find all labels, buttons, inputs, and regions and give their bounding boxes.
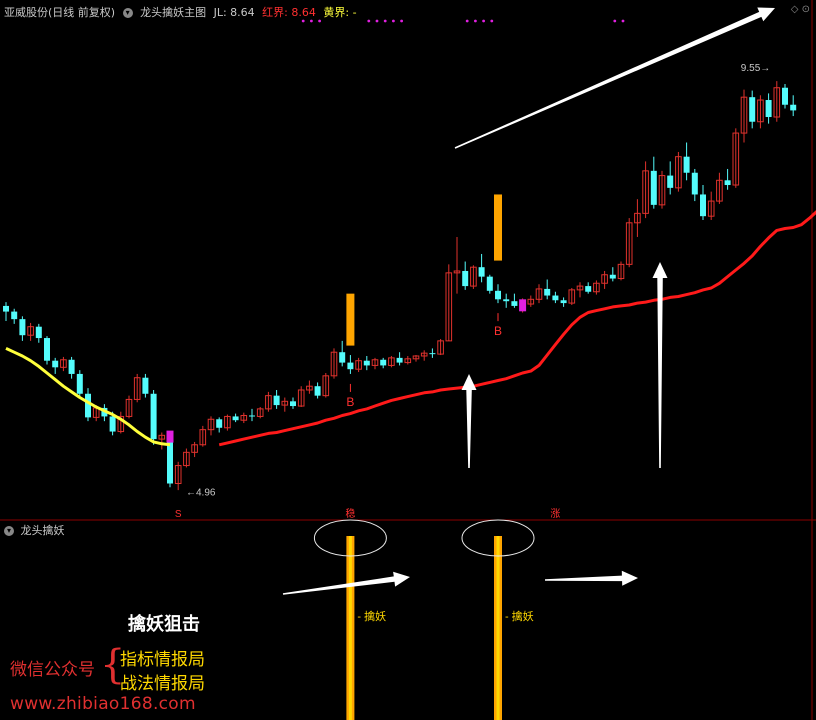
top-dot xyxy=(392,19,395,23)
candle-body xyxy=(790,104,797,111)
candle-body xyxy=(35,326,42,339)
candle-body xyxy=(109,416,116,432)
candle-body xyxy=(782,87,788,105)
promo-wechat: 微信公众号 xyxy=(10,660,95,680)
settings-icon[interactable]: ⊙ xyxy=(802,4,810,15)
candle-body xyxy=(667,175,674,188)
candle-body xyxy=(691,172,698,195)
candle-body xyxy=(347,362,354,370)
sub-signal-core xyxy=(348,536,352,720)
candle-body xyxy=(683,156,690,173)
price-chart[interactable]: B B ←4.96 9.55→ S 稳 涨 - 擒妖 - 擒妖 xyxy=(0,0,816,720)
top-dot xyxy=(613,19,617,23)
marker-label: 涨 xyxy=(550,508,560,520)
candle-body xyxy=(396,357,403,363)
promo-line-2: 战法情报局 xyxy=(120,674,205,694)
candle-body xyxy=(552,295,559,301)
candle-body xyxy=(273,395,280,406)
marker-label: 稳 xyxy=(345,507,355,520)
right-arrow-icon xyxy=(545,570,638,586)
top-dot xyxy=(318,19,321,23)
marker-label: S xyxy=(175,509,182,520)
signal-bar xyxy=(494,194,502,261)
candle-body xyxy=(724,180,731,186)
low-price-label: ←4.96 xyxy=(186,487,216,498)
candle-body xyxy=(380,359,387,366)
stock-title[interactable]: 亚威股份(日线 前复权) xyxy=(4,6,115,19)
candle-body xyxy=(150,393,157,440)
top-dot xyxy=(301,19,305,23)
candle-body xyxy=(495,290,501,300)
candle-body xyxy=(609,274,616,279)
candle-body xyxy=(749,97,756,122)
sub-indicator-name[interactable]: 龙头擒妖 xyxy=(21,524,65,537)
candle-body xyxy=(462,270,469,287)
candle-body xyxy=(68,359,75,374)
candle-body xyxy=(650,170,657,205)
candle-body xyxy=(142,377,149,394)
candle-body xyxy=(76,373,83,394)
sub-indicator-menu-icon[interactable]: ▾ xyxy=(4,526,14,536)
candle-body xyxy=(249,415,255,417)
candle-body xyxy=(52,360,59,368)
top-dot xyxy=(375,19,379,23)
sub-chart-header: ▾ 龙头擒妖 xyxy=(4,522,65,538)
top-dot xyxy=(621,19,625,23)
buy-signal-label: B xyxy=(494,324,502,338)
candle-body xyxy=(585,286,592,292)
top-dot xyxy=(474,19,477,23)
up-arrow-icon xyxy=(461,374,477,468)
candle-body xyxy=(486,276,493,291)
window-controls[interactable]: ◇ ⊙ xyxy=(791,4,810,15)
candle-body xyxy=(478,267,485,277)
candle-body xyxy=(560,300,567,304)
candle-body xyxy=(765,100,772,118)
trend-arrow-icon xyxy=(454,7,775,149)
chart-header: 亚威股份(日线 前复权) ▾ 龙头擒妖主图 JL: 8.64 红界: 8.64 … xyxy=(4,4,361,20)
top-dot xyxy=(367,19,371,23)
red-boundary-value: 红界: 8.64 xyxy=(262,6,316,19)
magenta-candle xyxy=(519,299,527,312)
candle-body xyxy=(3,305,9,312)
indicator-menu-icon[interactable]: ▾ xyxy=(122,8,133,18)
candle-body xyxy=(232,416,239,421)
top-dot xyxy=(400,19,403,23)
candle-body xyxy=(700,194,706,217)
top-dot xyxy=(310,19,313,23)
candle-body xyxy=(511,301,518,306)
up-arrow-icon xyxy=(652,262,668,468)
magenta-candle xyxy=(166,430,174,443)
red-trend-line xyxy=(218,210,816,447)
promo-url[interactable]: www.zhibiao168.com xyxy=(10,694,196,714)
candle-body xyxy=(290,401,296,407)
candle-body xyxy=(503,299,510,302)
jl-value: JL: 8.64 xyxy=(213,6,255,19)
candle-body xyxy=(11,311,18,320)
top-dot xyxy=(383,19,387,23)
candle-body xyxy=(314,386,321,396)
candle-body xyxy=(44,338,50,361)
buy-signal-label: B xyxy=(346,395,354,409)
candle-body xyxy=(216,419,223,428)
promo-title: 擒妖狙击 xyxy=(128,614,200,635)
sub-signal-core xyxy=(496,536,500,720)
signal-bar xyxy=(346,293,355,346)
candle-body xyxy=(429,353,436,355)
candle-body xyxy=(363,360,370,366)
candle-body xyxy=(19,319,26,336)
high-price-label: 9.55→ xyxy=(741,63,770,74)
candle-body xyxy=(85,393,91,418)
sub-signal-label: - 擒妖 xyxy=(357,609,386,623)
sub-signal-label: - 擒妖 xyxy=(505,609,534,623)
promo-line-1: 指标情报局 xyxy=(120,650,205,670)
top-dot xyxy=(482,19,485,23)
indicator-name[interactable]: 龙头擒妖主图 xyxy=(140,6,206,19)
diamond-icon[interactable]: ◇ xyxy=(791,4,799,15)
candle-body xyxy=(339,352,346,363)
top-dot xyxy=(465,19,469,23)
top-dot xyxy=(490,19,494,23)
candle-body xyxy=(544,288,551,296)
yellow-boundary-value: 黄界: - xyxy=(323,6,357,19)
